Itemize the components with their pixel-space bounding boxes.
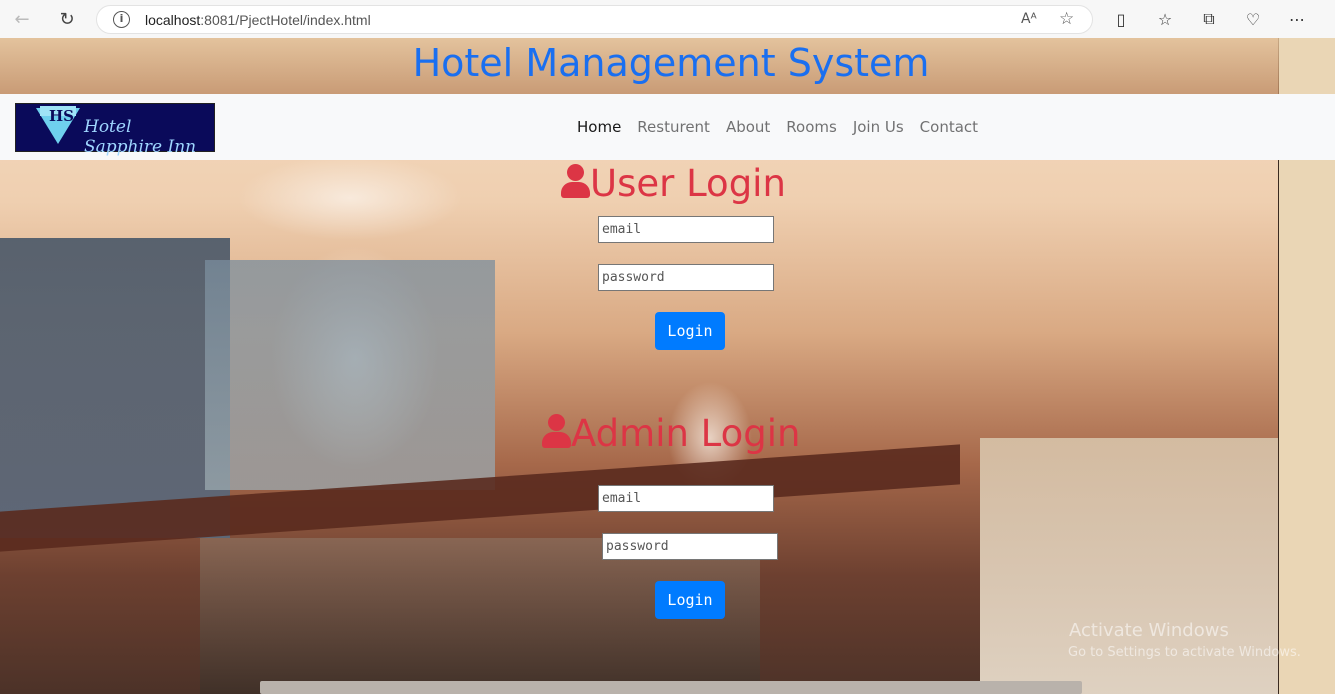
- activate-windows-subtitle: Go to Settings to activate Windows.: [1068, 645, 1301, 660]
- admin-user-icon: [541, 414, 571, 448]
- split-screen-icon[interactable]: ▯: [1109, 7, 1133, 31]
- logo-text: Hotel Sapphire Inn: [84, 117, 197, 157]
- horizontal-scrollbar[interactable]: [260, 681, 1082, 694]
- collections-icon[interactable]: ⧉: [1197, 7, 1221, 31]
- user-login-button[interactable]: Login: [655, 312, 725, 350]
- user-login-title: User Login: [590, 162, 786, 205]
- activate-windows-title: Activate Windows: [1069, 620, 1229, 641]
- nav-resturent[interactable]: Resturent: [637, 118, 710, 136]
- admin-email-field[interactable]: [598, 485, 774, 512]
- more-menu-icon[interactable]: ⋯: [1285, 7, 1309, 31]
- nav-join-us[interactable]: Join Us: [853, 118, 904, 136]
- url-host: localhost: [145, 12, 201, 28]
- favorites-icon[interactable]: ☆: [1153, 7, 1177, 31]
- user-icon: [560, 164, 590, 198]
- address-bar[interactable]: i localhost:8081/PjectHotel/index.html A…: [96, 5, 1093, 34]
- refresh-icon[interactable]: ↻: [54, 7, 80, 31]
- admin-password-field[interactable]: [602, 533, 778, 560]
- favorite-star-icon[interactable]: ☆: [1059, 9, 1074, 29]
- read-aloud-icon[interactable]: Aᴬ: [1021, 11, 1037, 27]
- nav-rooms[interactable]: Rooms: [786, 118, 837, 136]
- nav-contact[interactable]: Contact: [920, 118, 978, 136]
- url-text: localhost:8081/PjectHotel/index.html: [145, 12, 371, 28]
- site-info-icon[interactable]: i: [113, 11, 130, 28]
- user-email-field[interactable]: [598, 216, 774, 243]
- url-path: :8081/PjectHotel/index.html: [200, 12, 371, 28]
- admin-login-title: Admin Login: [571, 412, 801, 455]
- hotel-logo[interactable]: HS Hotel Sapphire Inn: [15, 103, 215, 157]
- browser-toolbar: ← ↻ i localhost:8081/PjectHotel/index.ht…: [0, 0, 1335, 38]
- nav-menu: Home Resturent About Rooms Join Us Conta…: [577, 118, 994, 136]
- page-title: Hotel Management System: [412, 41, 930, 85]
- browser-essentials-icon[interactable]: ♡: [1241, 7, 1265, 31]
- admin-login-heading: Admin Login: [541, 412, 801, 455]
- navbar: HS Hotel Sapphire Inn Home Resturent Abo…: [0, 94, 1335, 160]
- admin-login-button[interactable]: Login: [655, 581, 725, 619]
- logo-monogram: HS: [49, 107, 75, 125]
- page-viewport: Hotel Management System HS Hotel Sapphir…: [0, 38, 1335, 694]
- nav-home[interactable]: Home: [577, 118, 621, 136]
- nav-about[interactable]: About: [726, 118, 770, 136]
- user-login-heading: User Login: [560, 162, 786, 205]
- user-password-field[interactable]: [598, 264, 774, 291]
- back-arrow-icon[interactable]: ←: [9, 7, 35, 31]
